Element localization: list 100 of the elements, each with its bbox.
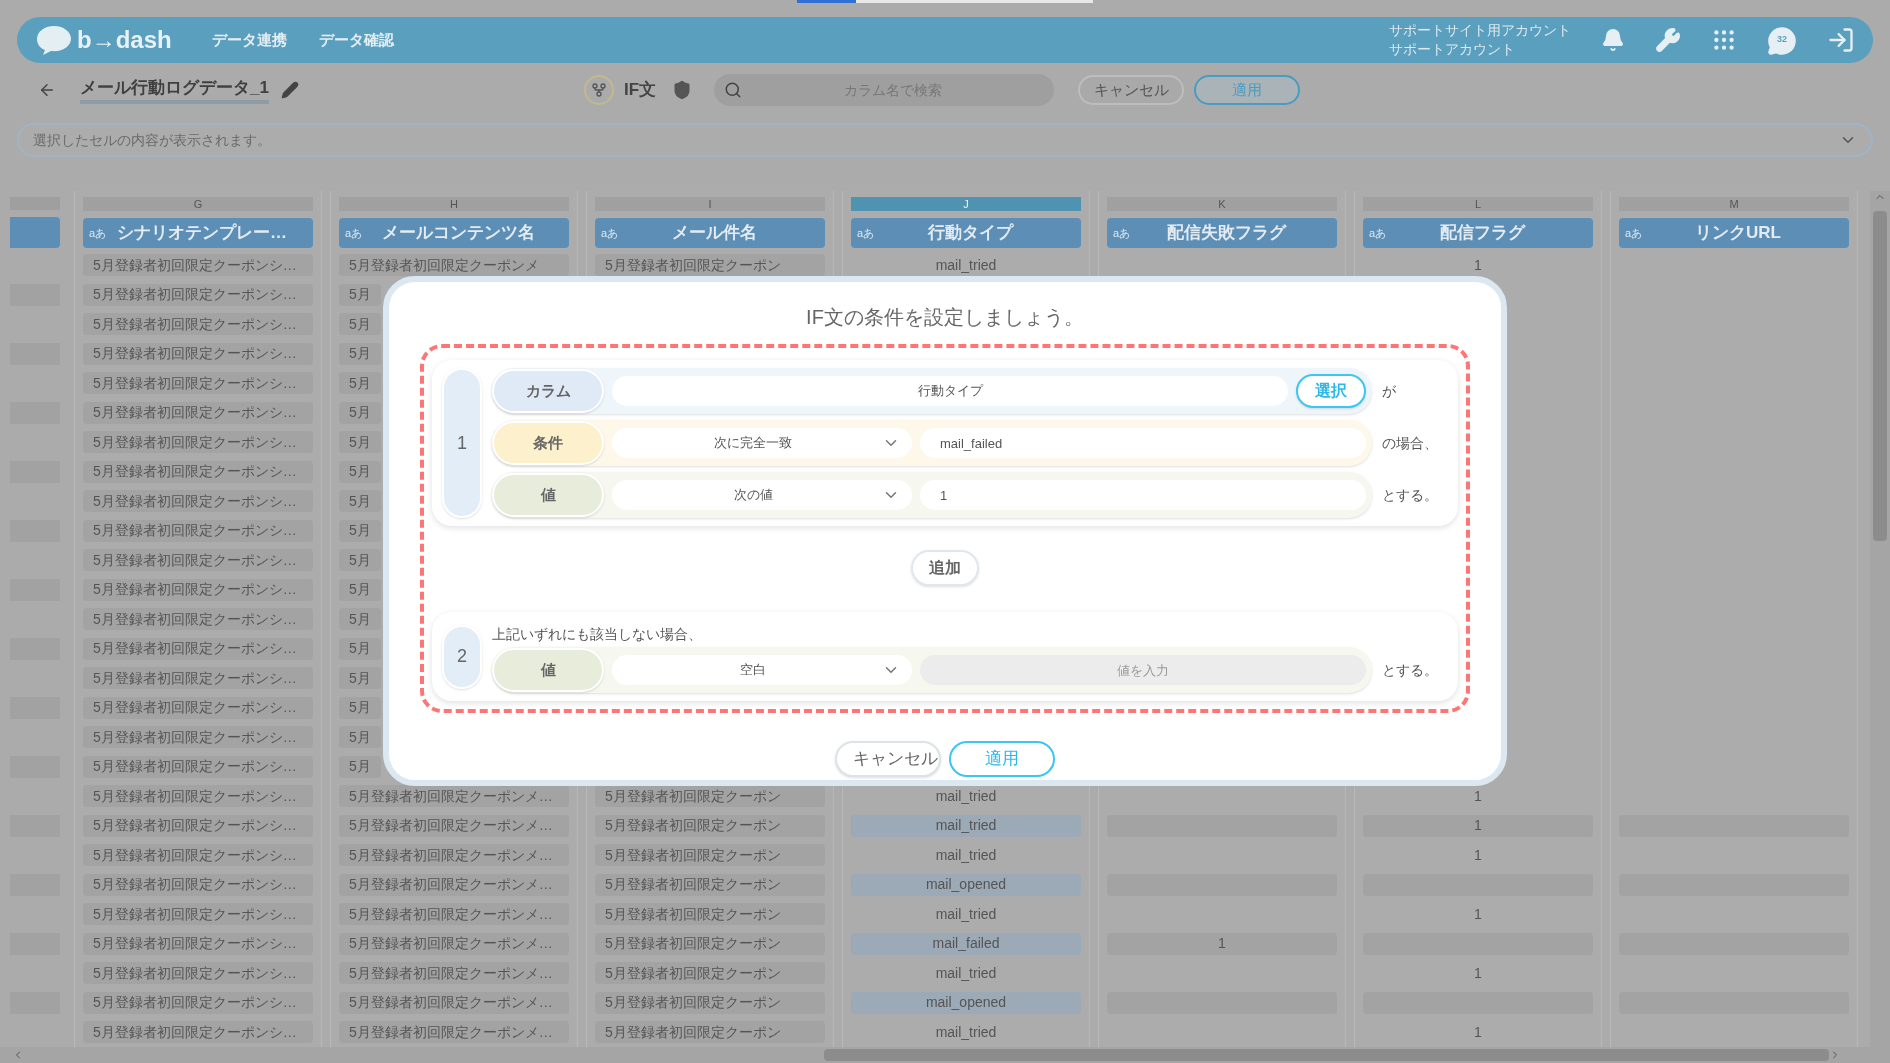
table-cell: 5月登録者初回限定クーポンメ [339, 254, 569, 277]
table-cell: 1 [1363, 814, 1593, 837]
table-cell: 5月 [339, 608, 381, 631]
column-letter[interactable]: M [1619, 197, 1849, 211]
table-cell: 5月 [339, 460, 381, 483]
column-name: シナリオテンプレー… [116, 222, 288, 244]
row-suffix: の場合、 [1382, 433, 1439, 453]
horizontal-scrollbar[interactable] [0, 1047, 1870, 1063]
row-label: カラム [492, 369, 604, 413]
fork-icon [591, 82, 607, 98]
column-letter[interactable]: H [339, 197, 569, 211]
apply-button[interactable]: 適用 [949, 741, 1055, 777]
column-name: リンクURL [1694, 222, 1782, 244]
table-cell: 5月 [339, 519, 381, 542]
wrench-icon[interactable] [1655, 27, 1681, 53]
row-suffix: が [1382, 381, 1397, 401]
table-cell: 5月登録者初回限定クーポンシ… [83, 726, 313, 749]
account-name: サポートサイト用アカウント [1389, 21, 1571, 40]
vertical-scrollbar[interactable] [1870, 191, 1890, 1063]
table-cell: 1 [1107, 932, 1337, 955]
nav-link[interactable]: データ連携 [211, 28, 287, 52]
table-cell: 5月登録者初回限定クーポンメ… [339, 844, 569, 867]
table-cell: 5月登録者初回限定クーポンメ… [339, 785, 569, 808]
column-name: 配信フラグ [1438, 222, 1527, 244]
table-cell-text: 1 [1473, 786, 1483, 806]
chat-button[interactable]: 32 [1767, 26, 1797, 54]
table-cell: 5月 [339, 283, 381, 306]
column-header[interactable]: aあ メールコンテンツ名 [339, 218, 569, 248]
apply-button[interactable]: 適用 [1194, 75, 1301, 105]
column-letter[interactable]: L [1363, 197, 1593, 211]
table-cell: 5月登録者初回限定クーポンシ… [83, 903, 313, 926]
table-cell: 5月登録者初回限定クーポン [595, 932, 825, 955]
column-header[interactable]: aあ 配信フラグ [1363, 218, 1593, 248]
table-cell-text: mail_tried [934, 786, 998, 806]
table-cell: 5月 [339, 372, 381, 395]
logo-text: b→dash [77, 25, 172, 55]
table-cell: 5月 [339, 401, 381, 424]
cancel-button[interactable]: キャンセル [835, 741, 941, 777]
column-letter[interactable]: J [851, 197, 1081, 211]
table-cell: 5月 [339, 431, 381, 454]
column-header[interactable] [10, 216, 60, 248]
logout-icon[interactable] [1827, 26, 1855, 54]
column-header[interactable]: aあ 行動タイプ [851, 218, 1081, 248]
row-label: 値 [492, 648, 604, 692]
select-button[interactable]: 選択 [1296, 374, 1366, 408]
column-header[interactable]: aあ 配信失敗フラグ [1107, 218, 1337, 248]
table-cell: 5月登録者初回限定クーポンシ… [83, 637, 313, 660]
column-name: 配信失敗フラグ [1165, 222, 1288, 244]
table-cell: 5月 [339, 696, 381, 719]
table-cell: 5月登録者初回限定クーポンメ… [339, 903, 569, 926]
column-header[interactable]: aあ リンクURL [1619, 218, 1849, 248]
table-cell: 5月登録者初回限定クーポンシ… [83, 755, 313, 778]
row-suffix: とする。 [1382, 485, 1439, 505]
row-suffix: とする。 [1382, 660, 1439, 680]
column-name: メール件名 [670, 222, 758, 244]
table-cell: 5月登録者初回限定クーポンシ… [83, 401, 313, 424]
cell-preview-field[interactable]: 選択したセルの内容が表示されます。 [33, 129, 1839, 151]
branch-button[interactable] [584, 75, 614, 105]
table-cell: 5月登録者初回限定クーポンシ… [83, 873, 313, 896]
cell-preview-bar[interactable]: 選択したセルの内容が表示されます。 [17, 123, 1873, 157]
table-cell: 5月登録者初回限定クーポン [595, 1021, 825, 1044]
table-cell-text: mail_tried [934, 904, 998, 924]
table-cell: 5月登録者初回限定クーポンシ… [83, 991, 313, 1014]
add-button[interactable]: 追加 [911, 550, 979, 586]
table-cell: 5月 [339, 549, 381, 572]
table-cell: 5月 [339, 342, 381, 365]
table-cell: 5月 [339, 726, 381, 749]
column-letter[interactable]: K [1107, 197, 1337, 211]
account-name: サポートアカウント [1389, 40, 1516, 59]
table-cell: 5月 [339, 667, 381, 690]
shield-icon[interactable] [672, 80, 693, 100]
scroll-thumb[interactable] [1873, 211, 1887, 541]
table-cell: 5月 [339, 755, 381, 778]
table-cell: mail_opened [851, 873, 1081, 896]
back-icon[interactable] [38, 81, 56, 99]
table-cell: 5月登録者初回限定クーポンシ… [83, 342, 313, 365]
table-cell: 5月登録者初回限定クーポン [595, 991, 825, 1014]
notification-icon[interactable] [1601, 28, 1625, 52]
table-cell: 5月登録者初回限定クーポンメ… [339, 1021, 569, 1044]
fallback-note: 上記いずれにも該当しない場合、 [492, 625, 703, 644]
scroll-thumb[interactable] [824, 1049, 1829, 1061]
column-header[interactable]: aあ メール件名 [595, 218, 825, 248]
table-cell: 5月登録者初回限定クーポンシ… [83, 460, 313, 483]
column-header[interactable]: aあ シナリオテンプレー… [83, 218, 313, 248]
edit-icon[interactable] [280, 81, 299, 99]
column-letter[interactable]: G [83, 197, 313, 211]
value-field[interactable]: 1 [920, 480, 1366, 510]
column-field[interactable]: 行動タイプ [612, 376, 1288, 406]
condition-number: 1 [442, 368, 482, 518]
table-cell-text: mail_tried [934, 255, 998, 275]
table-cell: 5月登録者初回限定クーポンシ… [83, 696, 313, 719]
nav-link[interactable]: データ確認 [318, 28, 394, 52]
select-field[interactable]: 次の値 [612, 480, 912, 510]
table-cell-text: mail_tried [934, 963, 998, 983]
cancel-button[interactable]: キャンセル [1078, 75, 1185, 105]
value-field[interactable]: mail_failed [920, 428, 1366, 458]
select-field[interactable]: 次に完全一致 [612, 428, 912, 458]
table-cell: 5月登録者初回限定クーポンシ… [83, 519, 313, 542]
table-cell: 5月登録者初回限定クーポンシ… [83, 962, 313, 985]
apps-grid-icon[interactable] [1711, 27, 1737, 53]
